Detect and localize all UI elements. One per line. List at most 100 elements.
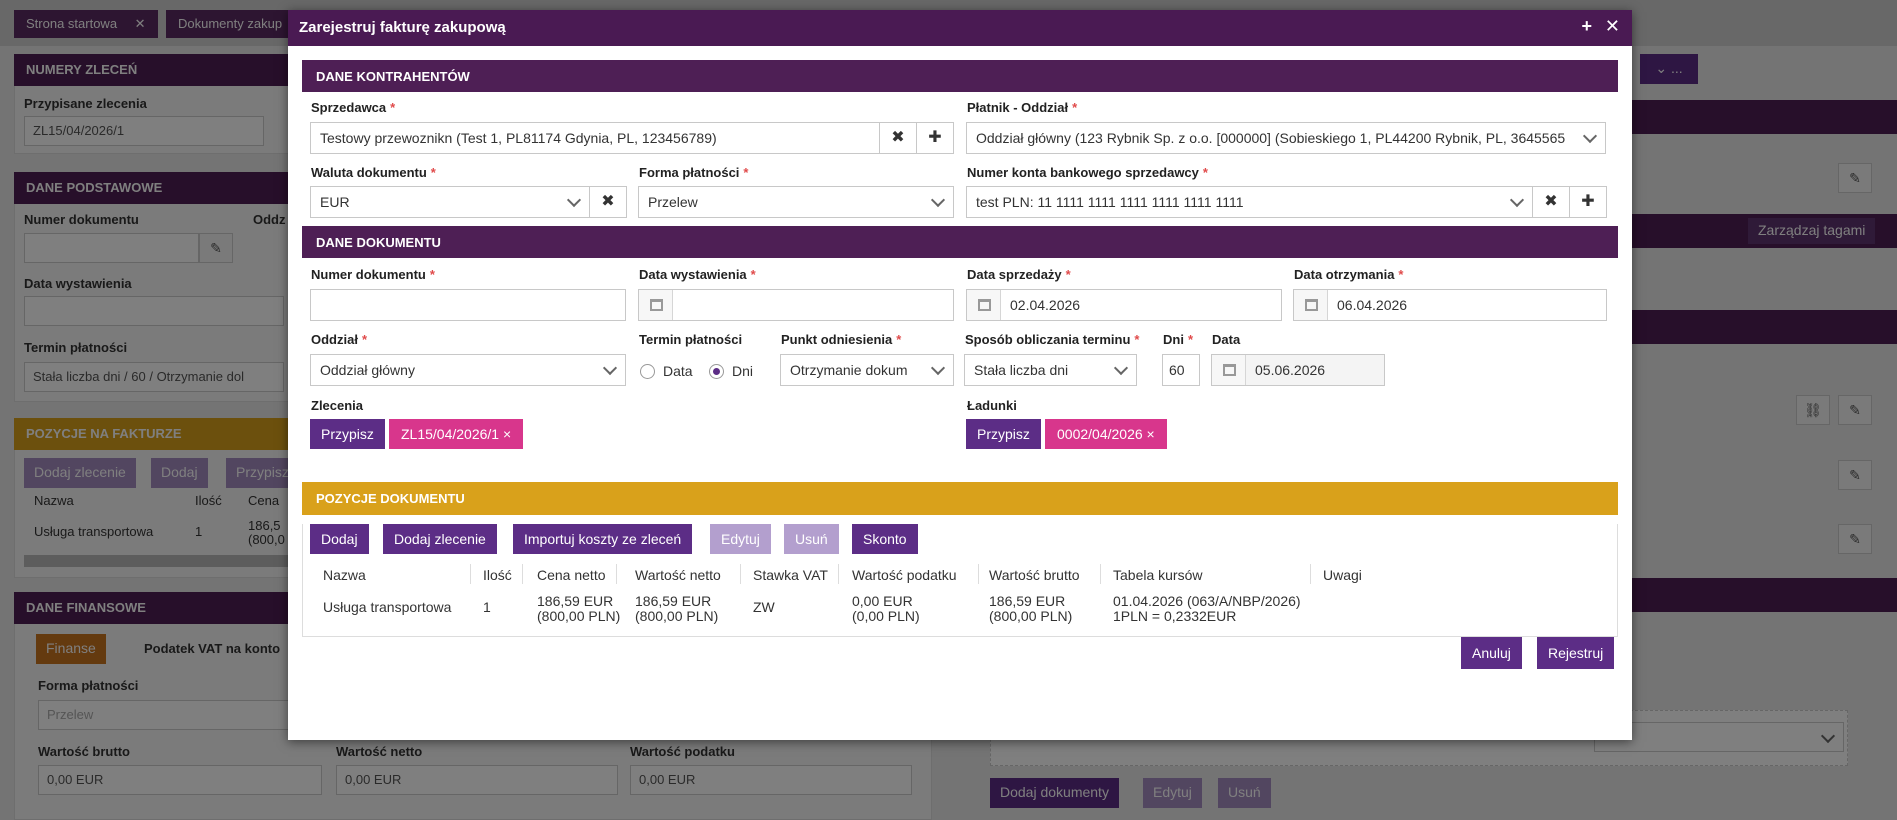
cell-ilosc: 1: [483, 599, 491, 615]
ladunki-label: Ładunki: [967, 398, 1017, 413]
maximize-icon[interactable]: +: [1581, 16, 1592, 37]
punkt-odniesienia-select[interactable]: Otrzymanie dokum: [780, 354, 954, 386]
chevron-down-icon: [603, 363, 617, 377]
sposob-obliczania-label: Sposób obliczania terminu *: [965, 332, 1140, 347]
cell-cena-netto: 186,59 EUR: [537, 593, 614, 609]
punkt-odniesienia-label: Punkt odniesienia *: [781, 332, 902, 347]
konto-value: test PLN: 11 1111 1111 1111 1111 1111 11…: [976, 194, 1244, 210]
clear-icon[interactable]: ✖: [1532, 186, 1570, 218]
platnik-value: Oddział główny (123 Rybnik Sp. z o.o. [0…: [976, 130, 1566, 146]
col-uwagi[interactable]: Uwagi: [1323, 567, 1362, 583]
data-wystawienia-input[interactable]: [638, 289, 954, 321]
cell-stawka-vat: ZW: [753, 599, 775, 615]
chevron-down-icon: [931, 363, 945, 377]
data-sprzedazy-label: Data sprzedaży *: [967, 267, 1071, 282]
anuluj-button[interactable]: Anuluj: [1461, 637, 1522, 669]
col-separator: [1100, 564, 1101, 584]
waluta-select[interactable]: EUR: [310, 186, 590, 218]
oddzial-select[interactable]: Oddział główny: [310, 354, 626, 386]
col-separator: [978, 564, 979, 584]
edytuj-button[interactable]: Edytuj: [710, 524, 771, 554]
data-sprzedazy-input[interactable]: 02.04.2026: [966, 289, 1282, 321]
plus-icon[interactable]: ✚: [1569, 186, 1607, 218]
clear-icon[interactable]: ✖: [589, 186, 627, 218]
close-icon[interactable]: ✕: [1605, 16, 1620, 37]
plus-icon[interactable]: ✚: [916, 122, 954, 154]
data-otrzymania-input[interactable]: 06.04.2026: [1293, 289, 1607, 321]
dni-input[interactable]: 60: [1162, 354, 1200, 386]
termin-platnosci-label: Termin płatności: [639, 332, 743, 347]
waluta-label: Waluta dokumentu *: [311, 165, 436, 180]
label-text: Data sprzedaży: [967, 267, 1062, 282]
cell-wartosc-brutto: 186,59 EUR: [989, 593, 1066, 609]
oddzial-value: Oddział główny: [320, 362, 415, 378]
przypisz-zlecenia-button[interactable]: Przypisz: [310, 419, 385, 449]
col-separator: [740, 564, 741, 584]
sposob-obliczania-select[interactable]: Stała liczba dni: [964, 354, 1137, 386]
label-text: Waluta dokumentu: [311, 165, 427, 180]
chevron-down-icon: [1114, 363, 1128, 377]
col-wartosc-podatku[interactable]: Wartość podatku: [852, 567, 957, 583]
numer-dokumentu-label: Numer dokumentu *: [311, 267, 435, 282]
data-termin-input[interactable]: 05.06.2026: [1211, 354, 1385, 386]
dodaj-button[interactable]: Dodaj: [310, 524, 369, 554]
clear-icon[interactable]: ✖: [879, 122, 917, 154]
platnik-select[interactable]: Oddział główny (123 Rybnik Sp. z o.o. [0…: [966, 122, 1606, 154]
waluta-value: EUR: [320, 194, 350, 210]
col-nazwa[interactable]: Nazwa: [323, 567, 366, 583]
col-wartosc-netto[interactable]: Wartość netto: [635, 567, 721, 583]
skonto-button[interactable]: Skonto: [852, 524, 918, 554]
forma-platnosci-select[interactable]: Przelew: [638, 186, 954, 218]
calendar-button[interactable]: [1212, 355, 1246, 385]
zlecenia-label: Zlecenia: [311, 398, 364, 413]
section-dane-dokumentu: DANE DOKUMENTU: [302, 226, 1618, 258]
radio-dni[interactable]: [709, 364, 724, 379]
section-dane-kontrahentow: DANE KONTRAHENTÓW: [302, 60, 1618, 92]
calendar-button[interactable]: [967, 290, 1001, 320]
przypisz-ladunki-button[interactable]: Przypisz: [966, 419, 1041, 449]
zlecenie-tag[interactable]: ZL15/04/2026/1 ×: [389, 419, 524, 449]
cell-wartosc-podatku-pln: (0,00 PLN): [852, 608, 920, 624]
label-text: Punkt odniesienia: [781, 332, 893, 347]
dodaj-zlecenie-button[interactable]: Dodaj zlecenie: [383, 524, 497, 554]
label-text: Oddział: [311, 332, 358, 347]
col-wartosc-brutto[interactable]: Wartość brutto: [989, 567, 1080, 583]
label-text: Sposób obliczania terminu: [965, 332, 1131, 347]
cell-tabela-kursow: 01.04.2026 (063/A/NBP/2026): [1113, 593, 1301, 609]
platnik-label: Płatnik - Oddział *: [967, 100, 1078, 115]
calendar-button[interactable]: [1294, 290, 1328, 320]
sprzedawca-label: Sprzedawca *: [311, 100, 396, 115]
label-text: Data wystawienia: [639, 267, 747, 282]
rejestruj-button[interactable]: Rejestruj: [1537, 637, 1615, 669]
cell-cena-netto-pln: (800,00 PLN): [537, 608, 621, 624]
data-otrzymania-label: Data otrzymania *: [1294, 267, 1404, 282]
col-stawka-vat[interactable]: Stawka VAT: [753, 567, 828, 583]
sprzedawca-input[interactable]: Testowy przewoznikn (Test 1, PL81174 Gdy…: [310, 122, 880, 154]
cell-wartosc-netto: 186,59 EUR: [635, 593, 712, 609]
calendar-button[interactable]: [639, 290, 673, 320]
konto-label: Numer konta bankowego sprzedawcy *: [967, 165, 1208, 180]
cell-nazwa: Usługa transportowa: [323, 599, 452, 615]
numer-dokumentu-input[interactable]: [310, 289, 626, 321]
radio-data[interactable]: [640, 364, 655, 379]
register-invoice-modal: Zarejestruj fakturę zakupową + ✕ DANE KO…: [288, 10, 1632, 740]
date-value: 06.04.2026: [1337, 297, 1408, 313]
ladunek-tag[interactable]: 0002/04/2026 ×: [1045, 419, 1167, 449]
punkt-value: Otrzymanie dokum: [790, 362, 908, 378]
label-text: Sprzedawca: [311, 100, 387, 115]
konto-select[interactable]: test PLN: 11 1111 1111 1111 1111 1111 11…: [966, 186, 1533, 218]
col-ilosc[interactable]: Ilość: [483, 567, 512, 583]
col-separator: [616, 564, 617, 584]
cell-kurs: 1PLN = 0,2332EUR: [1113, 608, 1237, 624]
label-text: Forma płatności: [639, 165, 740, 180]
usun-button[interactable]: Usuń: [784, 524, 839, 554]
label-text: Płatnik - Oddział: [967, 100, 1069, 115]
date-value: 02.04.2026: [1010, 297, 1081, 313]
sposob-value: Stała liczba dni: [974, 362, 1069, 378]
dni-label: Dni *: [1163, 332, 1194, 347]
label-text: Numer konta bankowego sprzedawcy: [967, 165, 1199, 180]
col-separator: [838, 564, 839, 584]
col-tabela-kursow[interactable]: Tabela kursów: [1113, 567, 1203, 583]
importuj-koszty-button[interactable]: Importuj koszty ze zleceń: [513, 524, 693, 554]
col-cena-netto[interactable]: Cena netto: [537, 567, 606, 583]
